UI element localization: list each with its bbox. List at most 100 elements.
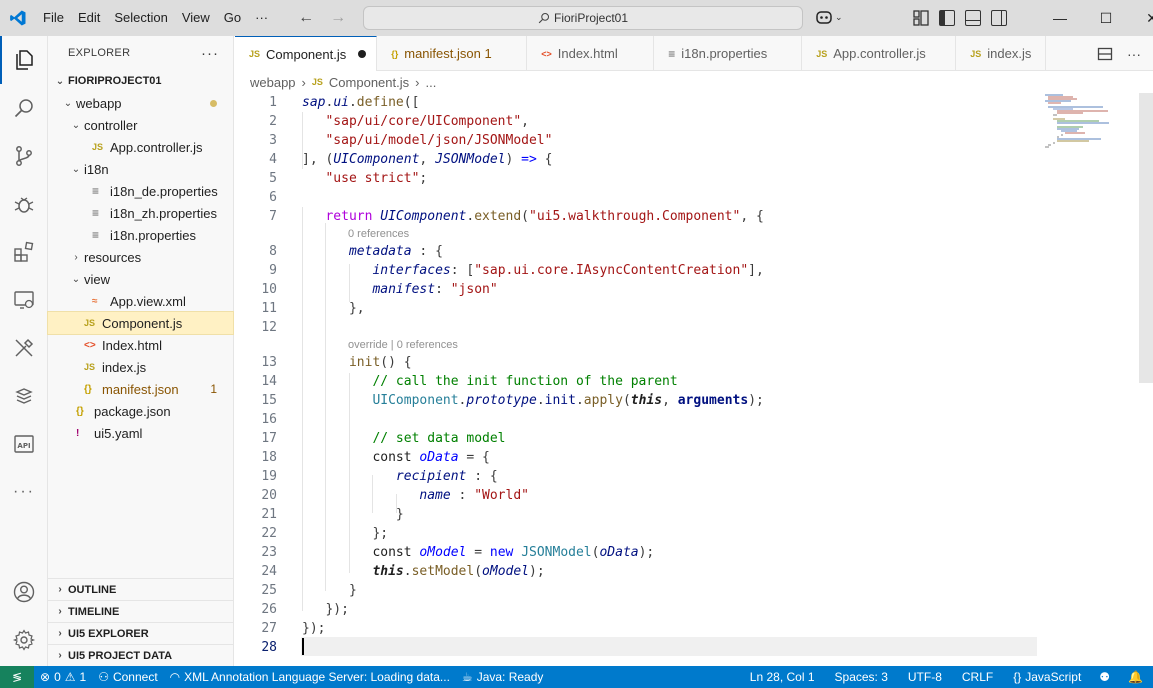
tree-folder[interactable]: ⌄ controller bbox=[48, 114, 233, 136]
command-center-search[interactable]: FioriProject01 bbox=[363, 6, 803, 30]
tree-file[interactable]: ≡ i18n_de.properties bbox=[48, 180, 233, 202]
forward-arrow-icon[interactable]: → bbox=[327, 9, 349, 27]
code-line[interactable]: 7 return UIComponent.extend("ui5.walkthr… bbox=[235, 207, 1035, 226]
tree-file[interactable]: ≈ App.view.xml bbox=[48, 290, 233, 312]
explorer-more-button[interactable]: ··· bbox=[201, 45, 219, 62]
tab-component-js[interactable]: JS Component.js bbox=[235, 36, 378, 71]
code-line[interactable]: 5 "use strict"; bbox=[235, 169, 1035, 188]
tree-file[interactable]: ≡ i18n_zh.properties bbox=[48, 202, 233, 224]
tree-file[interactable]: JS Component.js bbox=[47, 311, 234, 335]
close-button[interactable]: ✕ bbox=[1129, 0, 1153, 36]
code-line[interactable]: 21 } bbox=[235, 505, 1035, 524]
code-line[interactable]: 4], (UIComponent, JSONModel) => { bbox=[235, 150, 1035, 169]
code-line[interactable]: 23 const oModel = new JSONModel(oData); bbox=[235, 543, 1035, 562]
code-editor[interactable]: 1 sap.ui.define([2 "sap/ui/core/UICompone… bbox=[235, 93, 1153, 666]
code-line[interactable]: 27}); bbox=[235, 619, 1035, 638]
end-of-line[interactable]: CRLF bbox=[952, 670, 1003, 684]
menu-file[interactable]: File bbox=[36, 0, 71, 36]
menu-selection[interactable]: Selection bbox=[107, 0, 174, 36]
source-control-icon[interactable] bbox=[0, 132, 48, 180]
toggle-panel-icon[interactable] bbox=[965, 10, 981, 26]
code-line[interactable]: 12 bbox=[235, 318, 1035, 337]
code-line[interactable]: 14 // call the init function of the pare… bbox=[235, 372, 1035, 391]
tab-i18n-properties[interactable]: ≡ i18n.properties bbox=[654, 36, 803, 71]
split-editor-icon[interactable] bbox=[1097, 46, 1113, 62]
codelens-override-references[interactable]: override | 0 references bbox=[348, 337, 458, 353]
code-line[interactable]: 1 sap.ui.define([ bbox=[235, 93, 1035, 112]
customize-layout-icon[interactable] bbox=[913, 10, 929, 26]
maximize-button[interactable]: ☐ bbox=[1083, 0, 1129, 36]
code-line[interactable]: 9 interfaces: ["sap.ui.core.IAsyncConten… bbox=[235, 261, 1035, 280]
indentation[interactable]: Spaces: 3 bbox=[825, 670, 898, 684]
workspace-root[interactable]: ⌄ FIORIPROJECT01 bbox=[48, 70, 233, 92]
tab-index-js[interactable]: JS index.js bbox=[956, 36, 1047, 71]
language-mode[interactable]: {} JavaScript bbox=[1003, 670, 1091, 684]
code-line[interactable]: 20 name : "World" bbox=[235, 486, 1035, 505]
code-line[interactable]: 13 init() { bbox=[235, 353, 1035, 372]
code-line[interactable]: 25 } bbox=[235, 581, 1035, 600]
tree-folder[interactable]: ⌄ i18n bbox=[48, 158, 233, 180]
toggle-primary-sidebar-icon[interactable] bbox=[939, 10, 955, 26]
code-line[interactable]: 26 }); bbox=[235, 600, 1035, 619]
code-line[interactable]: 2 "sap/ui/core/UIComponent", bbox=[235, 112, 1035, 131]
tab-app-controller-js[interactable]: JS App.controller.js bbox=[802, 36, 957, 71]
notifications-bell-icon[interactable]: 🔔 bbox=[1118, 670, 1153, 684]
remote-explorer-icon[interactable] bbox=[0, 276, 48, 324]
ui5-explorer-section[interactable]: › UI5 EXPLORER bbox=[48, 622, 234, 644]
code-line[interactable]: 19 recipient : { bbox=[235, 467, 1035, 486]
encoding[interactable]: UTF-8 bbox=[898, 670, 952, 684]
tree-file[interactable]: {} manifest.json 1 bbox=[48, 378, 233, 400]
tree-file[interactable]: <> Index.html bbox=[48, 334, 233, 356]
tree-folder[interactable]: ⌄ webapp bbox=[48, 92, 233, 114]
code-line[interactable]: 28 bbox=[235, 638, 1035, 657]
vertical-scrollbar[interactable] bbox=[1139, 93, 1153, 383]
code-line[interactable]: 18 const oData = { bbox=[235, 448, 1035, 467]
tree-file[interactable]: ! ui5.yaml bbox=[48, 422, 233, 444]
remote-indicator-icon[interactable]: ≶ bbox=[0, 666, 34, 688]
menu-go[interactable]: Go bbox=[217, 0, 248, 36]
back-arrow-icon[interactable]: ← bbox=[295, 9, 317, 27]
tools-icon[interactable] bbox=[0, 324, 48, 372]
settings-gear-icon[interactable] bbox=[0, 616, 48, 664]
breadcrumb-symbol[interactable]: ... bbox=[425, 75, 436, 90]
tab-index-html[interactable]: <> Index.html bbox=[527, 36, 655, 71]
code-line[interactable]: 15 UIComponent.prototype.init.apply(this… bbox=[235, 391, 1035, 410]
ui5-project-data-section[interactable]: › UI5 PROJECT DATA bbox=[48, 644, 234, 666]
explorer-icon[interactable] bbox=[0, 36, 48, 84]
tree-file[interactable]: JS App.controller.js bbox=[48, 136, 233, 158]
minimize-button[interactable]: — bbox=[1037, 0, 1083, 36]
tree-folder[interactable]: ⌄ view bbox=[48, 268, 233, 290]
menu-view[interactable]: View bbox=[175, 0, 217, 36]
menu-more-button[interactable]: ··· bbox=[248, 0, 275, 36]
code-line[interactable]: 3 "sap/ui/model/json/JSONModel" bbox=[235, 131, 1035, 150]
toggle-secondary-sidebar-icon[interactable] bbox=[991, 10, 1007, 26]
copilot-status-icon[interactable]: ⚉ bbox=[1091, 670, 1118, 684]
tab-manifest-json[interactable]: {} manifest.json 1 bbox=[377, 36, 528, 71]
extensions-icon[interactable] bbox=[0, 228, 48, 276]
language-server-status[interactable]: ◠ XML Annotation Language Server: Loadin… bbox=[164, 670, 456, 684]
tree-folder[interactable]: › resources bbox=[48, 246, 233, 268]
fiori-tools-icon[interactable] bbox=[0, 372, 48, 420]
copilot-button[interactable]: ⌄ bbox=[815, 9, 843, 25]
breadcrumb-file[interactable]: Component.js bbox=[329, 75, 409, 90]
connect-button[interactable]: ⚇ Connect bbox=[92, 670, 163, 684]
minimap[interactable] bbox=[1043, 93, 1133, 153]
timeline-section[interactable]: › TIMELINE bbox=[48, 600, 234, 622]
editor-more-actions-button[interactable]: ··· bbox=[1127, 46, 1141, 62]
code-line[interactable]: 10 manifest: "json" bbox=[235, 280, 1035, 299]
run-debug-icon[interactable] bbox=[0, 180, 48, 228]
problems-indicator[interactable]: ⊗ 0 ⚠ 1 bbox=[34, 670, 92, 684]
search-icon[interactable] bbox=[0, 84, 48, 132]
code-line[interactable]: 11 }, bbox=[235, 299, 1035, 318]
java-status[interactable]: ☕ Java: Ready bbox=[456, 670, 549, 684]
unsaved-dot-icon[interactable] bbox=[358, 50, 367, 58]
tree-file[interactable]: ≡ i18n.properties bbox=[48, 224, 233, 246]
outline-section[interactable]: › OUTLINE bbox=[48, 578, 234, 600]
account-icon[interactable] bbox=[0, 568, 48, 616]
tree-file[interactable]: JS index.js bbox=[48, 356, 233, 378]
code-line[interactable]: 16 bbox=[235, 410, 1035, 429]
tree-file[interactable]: {} package.json bbox=[48, 400, 233, 422]
code-line[interactable]: 22 }; bbox=[235, 524, 1035, 543]
code-line[interactable]: 24 this.setModel(oModel); bbox=[235, 562, 1035, 581]
breadcrumb-folder[interactable]: webapp bbox=[250, 75, 296, 90]
